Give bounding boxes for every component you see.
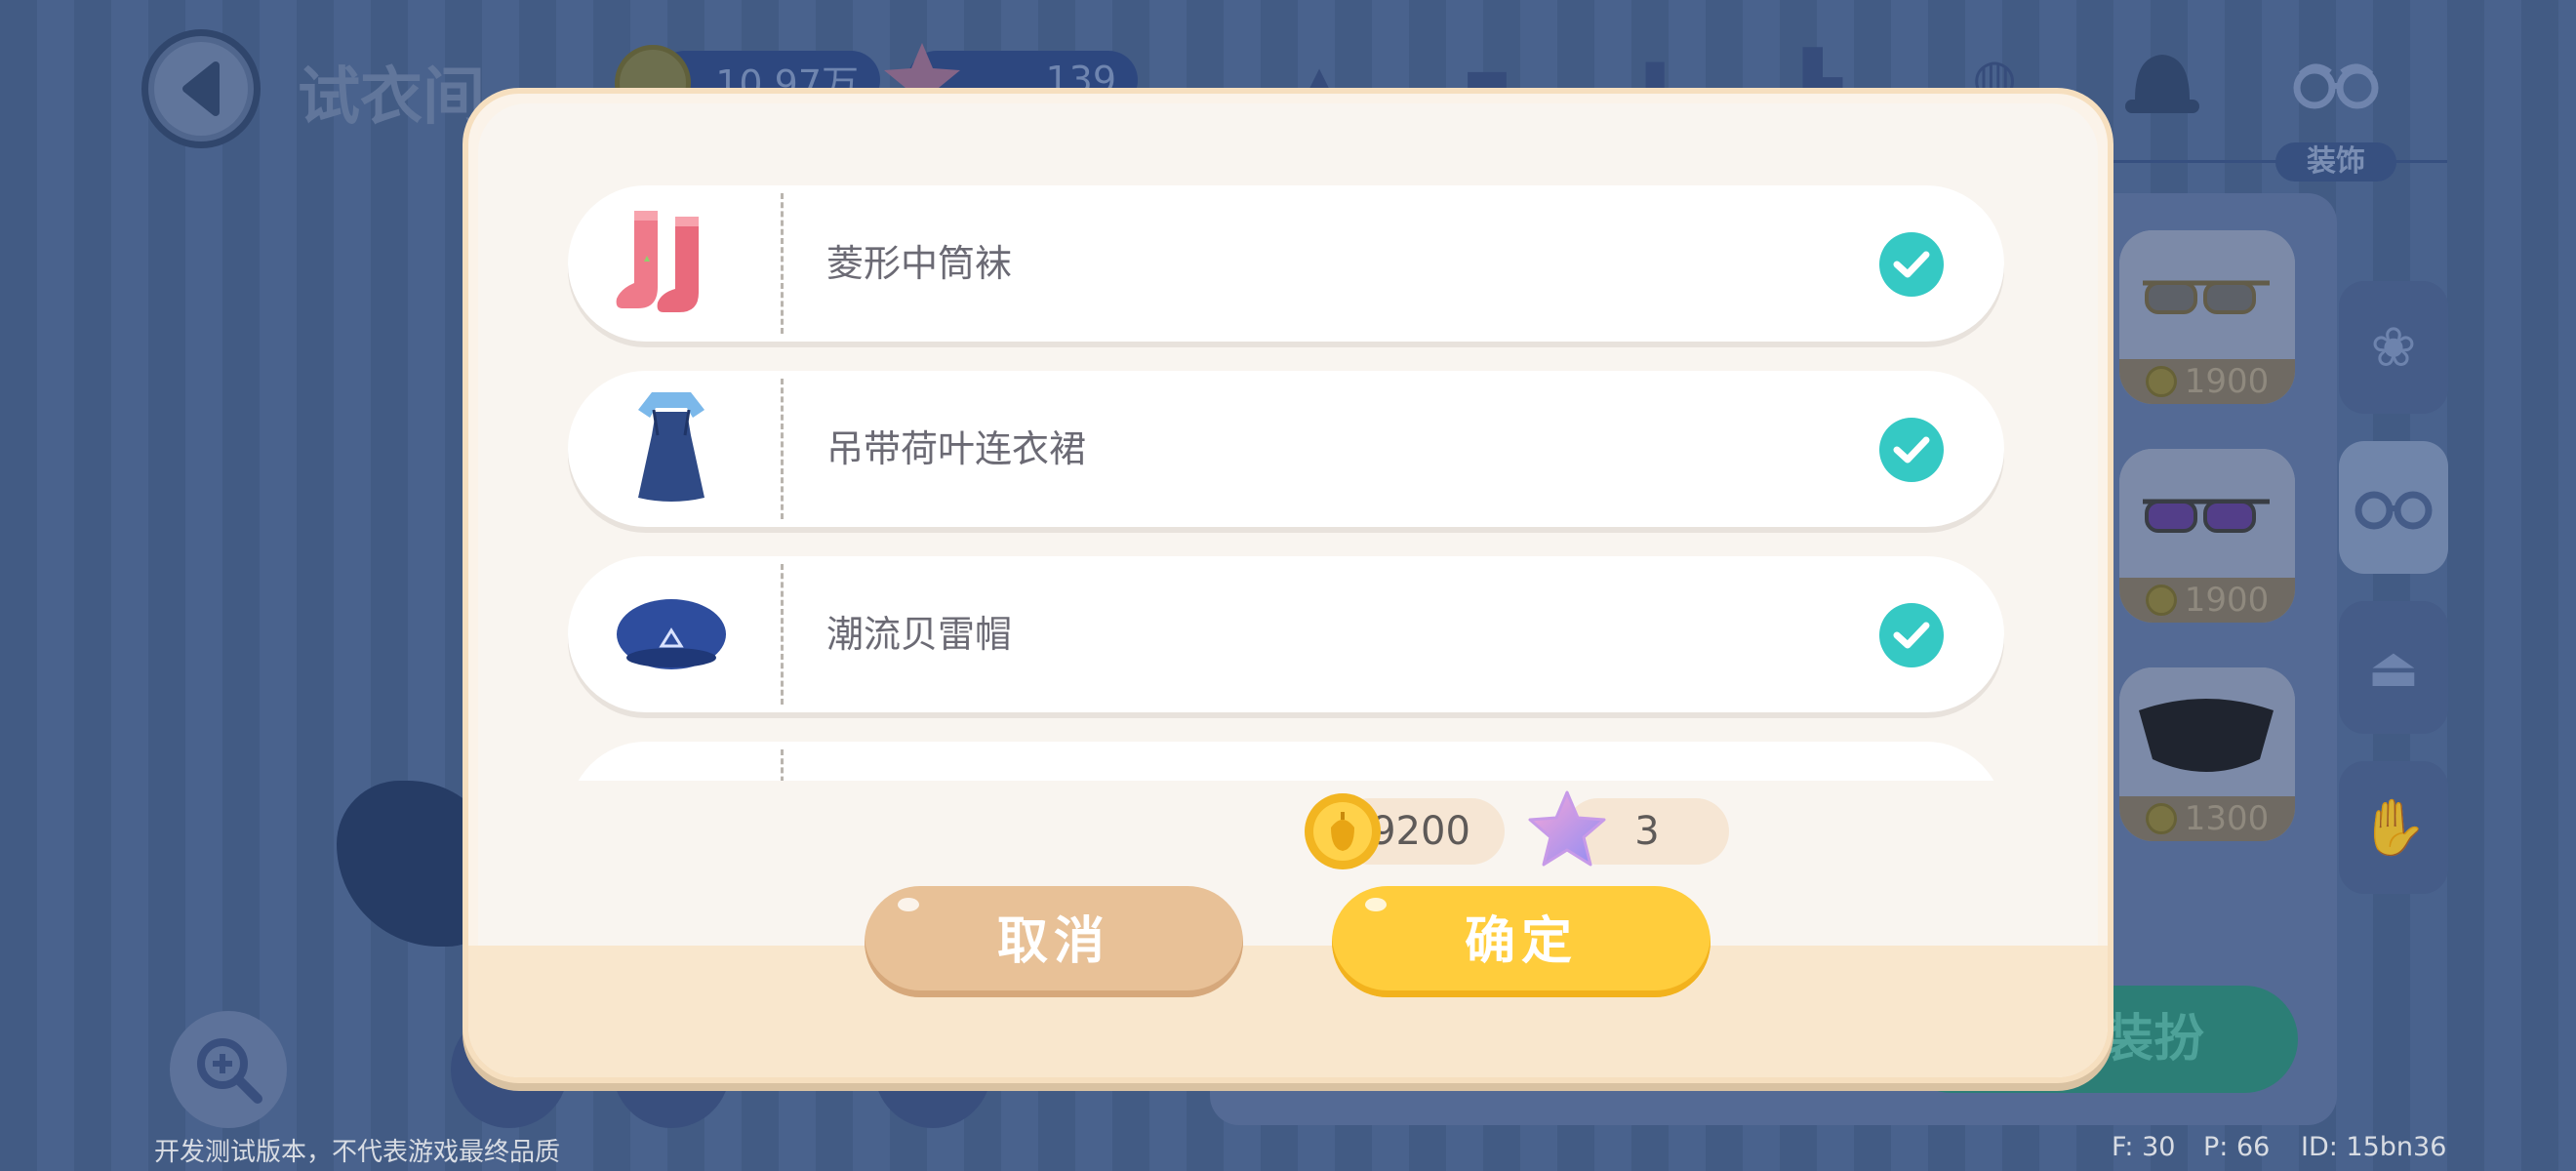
dashed-divider: [781, 564, 784, 705]
cancel-label: 取消: [996, 912, 1110, 971]
confirm-button[interactable]: 确定: [1332, 886, 1711, 997]
star-icon: [1528, 790, 1606, 867]
coin-icon: [1305, 793, 1381, 869]
pink-socks-icon: [616, 211, 699, 312]
check-icon[interactable]: [1879, 418, 1944, 482]
button-shine: [1365, 898, 1387, 911]
blue-dress-icon: [638, 392, 704, 502]
dashed-divider: [781, 379, 784, 519]
item-name: 菱形中筒袜: [826, 242, 1013, 285]
dashed-divider: [781, 193, 784, 334]
list-item[interactable]: 吊带荷叶连衣裙: [568, 371, 2004, 527]
cancel-button[interactable]: 取消: [865, 886, 1243, 997]
item-name: 潮流贝雷帽: [826, 613, 1013, 656]
blue-beret-icon: [617, 599, 726, 669]
list-item[interactable]: 潮流贝雷帽: [568, 556, 2004, 712]
list-item[interactable]: 菱形中筒袜: [568, 185, 2004, 342]
list-item[interactable]: [568, 742, 2004, 781]
item-name: 吊带荷叶连衣裙: [826, 427, 1087, 470]
check-icon[interactable]: [1879, 603, 1944, 667]
confirm-label: 确定: [1464, 912, 1578, 971]
purchase-item-list[interactable]: 菱形中筒袜 吊带荷叶连衣裙 潮流贝雷帽: [566, 183, 2010, 781]
dashed-divider: [781, 749, 784, 781]
check-icon[interactable]: [1879, 232, 1944, 297]
dialog-footer: [468, 946, 2108, 1077]
button-shine: [898, 898, 919, 911]
